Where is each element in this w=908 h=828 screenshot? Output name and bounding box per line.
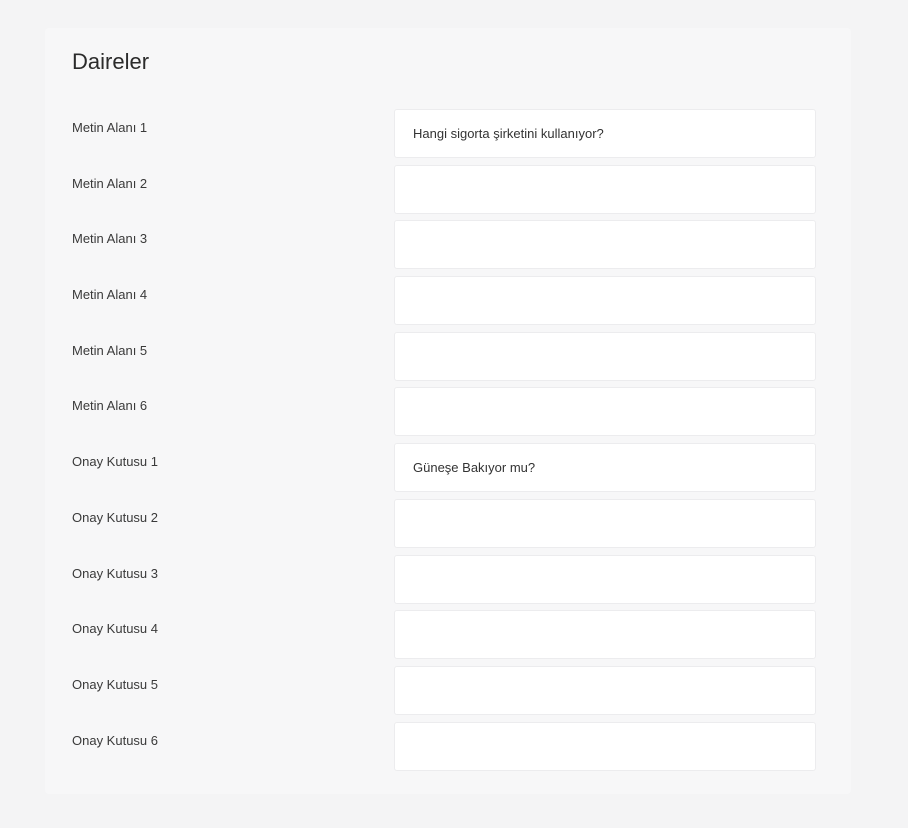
field-label: Onay Kutusu 5 <box>72 676 158 692</box>
field-row-metin-alani-2: Metin Alanı 2 <box>45 164 851 221</box>
panel-title: Daireler <box>72 49 150 74</box>
field-row-onay-kutusu-5: Onay Kutusu 5 <box>45 665 851 722</box>
daireler-panel: Daireler Metin Alanı 1 Metin Alanı 2 Met… <box>45 28 851 794</box>
field-row-onay-kutusu-4: Onay Kutusu 4 <box>45 610 851 666</box>
field-row-metin-alani-3: Metin Alanı 3 <box>45 220 851 276</box>
field-row-metin-alani-4: Metin Alanı 4 <box>45 276 851 332</box>
field-label: Metin Alanı 4 <box>72 287 148 303</box>
field-list: Metin Alanı 1 Metin Alanı 2 Metin Alanı … <box>45 109 851 777</box>
field-label: Metin Alanı 1 <box>72 120 148 135</box>
onay-kutusu-1-input[interactable] <box>394 443 816 493</box>
field-row-onay-kutusu-3: Onay Kutusu 3 <box>45 554 851 611</box>
field-label: Onay Kutusu 3 <box>72 565 158 581</box>
field-label: Metin Alanı 5 <box>72 342 148 358</box>
metin-alani-4-input[interactable] <box>394 276 816 326</box>
field-row-metin-alani-6: Metin Alanı 6 <box>45 387 851 443</box>
metin-alani-3-input[interactable] <box>394 220 816 270</box>
field-label: Metin Alanı 3 <box>72 231 148 247</box>
onay-kutusu-2-input[interactable] <box>394 498 816 548</box>
field-label: Metin Alanı 2 <box>72 175 148 191</box>
field-label: Metin Alanı 6 <box>72 398 148 414</box>
field-row-onay-kutusu-2: Onay Kutusu 2 <box>45 498 851 555</box>
field-label: Onay Kutusu 4 <box>72 621 158 637</box>
onay-kutusu-5-input[interactable] <box>394 665 816 715</box>
metin-alani-2-input[interactable] <box>394 164 816 214</box>
field-label: Onay Kutusu 6 <box>72 732 158 748</box>
onay-kutusu-6-input[interactable] <box>394 721 816 771</box>
onay-kutusu-4-input[interactable] <box>394 610 816 660</box>
onay-kutusu-3-input[interactable] <box>394 554 816 604</box>
metin-alani-6-input[interactable] <box>394 387 816 437</box>
field-row-metin-alani-1: Metin Alanı 1 <box>45 109 851 165</box>
metin-alani-1-input[interactable] <box>394 109 816 158</box>
field-row-onay-kutusu-1: Onay Kutusu 1 <box>45 443 851 499</box>
field-label: Onay Kutusu 1 <box>72 454 158 470</box>
field-label: Onay Kutusu 2 <box>72 509 158 525</box>
field-row-onay-kutusu-6: Onay Kutusu 6 <box>45 721 851 778</box>
metin-alani-5-input[interactable] <box>394 331 816 381</box>
field-row-metin-alani-5: Metin Alanı 5 <box>45 331 851 388</box>
